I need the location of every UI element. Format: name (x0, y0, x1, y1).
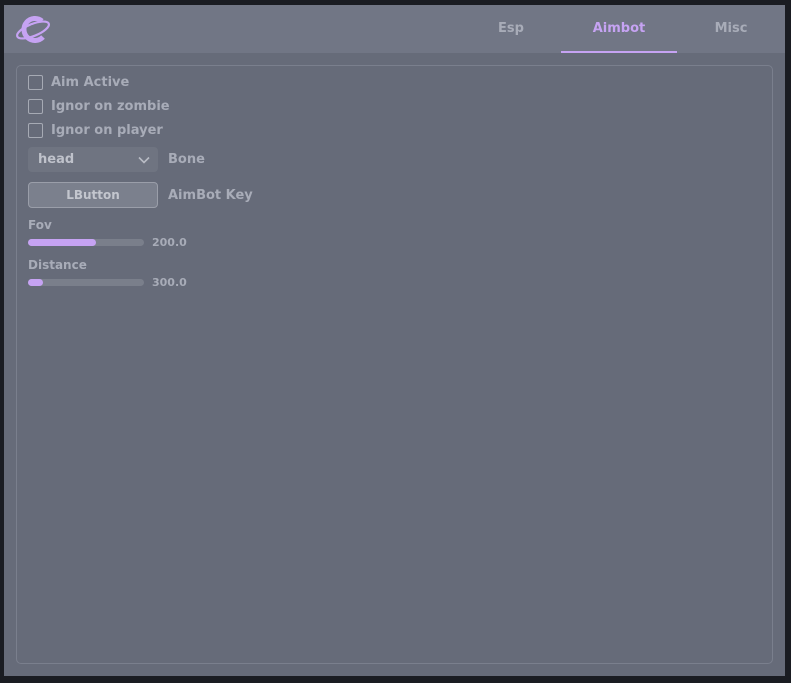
bone-row: head Bone (28, 147, 205, 172)
ignore-zombie-label: Ignor on zombie (51, 99, 170, 114)
aim-active-option[interactable]: Aim Active (28, 75, 129, 90)
distance-slider-row: 300.0 (28, 276, 187, 289)
fov-slider-fill (28, 239, 97, 246)
tab-esp[interactable]: Esp (466, 5, 556, 53)
fov-label: Fov (28, 218, 52, 232)
distance-slider[interactable] (28, 279, 144, 286)
aim-active-label: Aim Active (51, 75, 130, 90)
distance-slider-fill (28, 279, 44, 286)
bone-label: Bone (168, 152, 205, 167)
aimbot-key-row: LButton AimBot Key (28, 182, 253, 208)
aimbot-panel: Aim Active Ignor on zombie Ignor on play… (16, 65, 773, 664)
fov-slider-row: 200.0 (28, 236, 187, 249)
ignore-zombie-checkbox[interactable] (28, 99, 43, 114)
ignore-zombie-option[interactable]: Ignor on zombie (28, 99, 170, 114)
fov-value: 200.0 (152, 236, 187, 249)
distance-value: 300.0 (152, 276, 187, 289)
planet-logo-icon (15, 15, 51, 43)
top-bar: Esp Aimbot Misc (4, 5, 785, 53)
ignore-player-label: Ignor on player (51, 123, 163, 138)
ignore-player-checkbox[interactable] (28, 123, 43, 138)
bone-select-value: head (38, 152, 75, 167)
fov-slider[interactable] (28, 239, 144, 246)
distance-label: Distance (28, 258, 87, 272)
aimbot-key-button[interactable]: LButton (28, 182, 158, 208)
tab-misc[interactable]: Misc (686, 5, 776, 53)
ignore-player-option[interactable]: Ignor on player (28, 123, 163, 138)
aim-active-checkbox[interactable] (28, 75, 43, 90)
chevron-down-icon (138, 156, 150, 164)
app-window: Esp Aimbot Misc Aim Active Ignor on zomb… (4, 5, 785, 676)
bone-select[interactable]: head (28, 147, 158, 172)
tab-aimbot[interactable]: Aimbot (561, 5, 677, 53)
aimbot-key-value: LButton (66, 188, 120, 202)
aimbot-key-label: AimBot Key (168, 187, 253, 203)
